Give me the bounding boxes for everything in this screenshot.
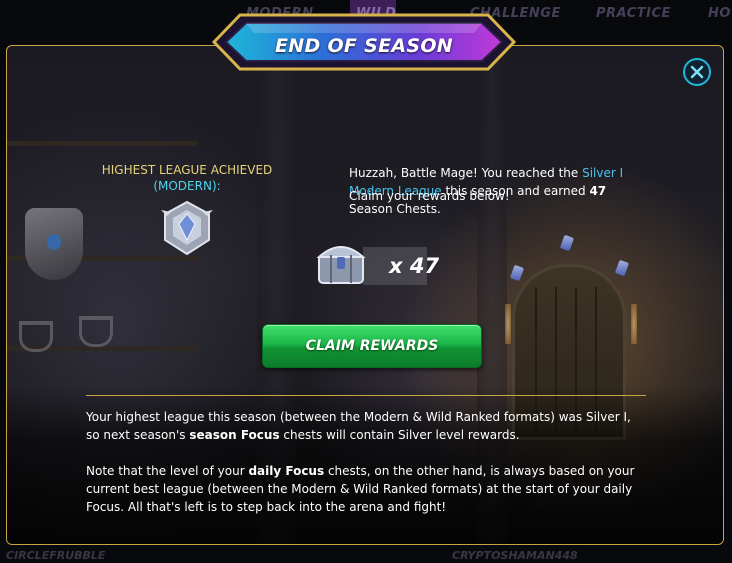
note-text: Note that the level of your [86, 464, 249, 478]
note-bold: daily Focus [248, 464, 325, 478]
bg-player-name-center: CRYPTOSHAMAN448 [452, 549, 578, 562]
silver-league-emblem-icon [161, 200, 213, 256]
summary-text: Huzzah, Battle Mage! You reached the [349, 166, 583, 180]
claim-rewards-button[interactable]: CLAIM REWARDS [262, 324, 482, 368]
scene-trophy-icon [79, 316, 113, 347]
season-chest-icon [316, 246, 366, 284]
title-banner: END OF SEASON [212, 7, 516, 77]
scene-gem-icon [509, 264, 525, 282]
bg-tab-practice[interactable]: PRACTICE [596, 6, 671, 21]
end-of-season-modal: HIGHEST LEAGUE ACHIEVED (MODERN): Huzzah… [6, 45, 724, 545]
highest-league-title: HIGHEST LEAGUE ACHIEVED [101, 163, 273, 177]
scene-lamp [631, 304, 637, 344]
bg-player-name-left: CIRCLEFRUBBLE [6, 549, 106, 562]
scene-shelf [7, 141, 197, 146]
scene-trophy-icon [19, 321, 53, 352]
scene-gem-icon [614, 259, 630, 277]
chest-count-inline: 47 [589, 184, 607, 198]
scene-lamp [505, 304, 511, 344]
note-bold: season Focus [189, 428, 280, 442]
daily-focus-note: Note that the level of your daily Focus … [86, 462, 646, 516]
close-icon [690, 65, 704, 79]
season-focus-note: Your highest league this season (between… [86, 408, 646, 444]
divider [86, 395, 646, 396]
scene-shield-icon [25, 208, 83, 280]
bg-tab-home[interactable]: HO [708, 6, 731, 21]
summary-text: Season Chests. [349, 202, 441, 216]
chest-count: x 47 [389, 254, 440, 278]
close-button[interactable] [683, 58, 711, 86]
highest-league-label: HIGHEST LEAGUE ACHIEVED (MODERN): [97, 162, 277, 194]
modal-title: END OF SEASON [274, 35, 454, 57]
claim-prompt: Claim your rewards below! [349, 189, 510, 203]
scene-gem-icon [559, 234, 575, 252]
note-text: chests will contain Silver level rewards… [279, 428, 520, 442]
highest-league-format: (MODERN): [153, 179, 221, 193]
